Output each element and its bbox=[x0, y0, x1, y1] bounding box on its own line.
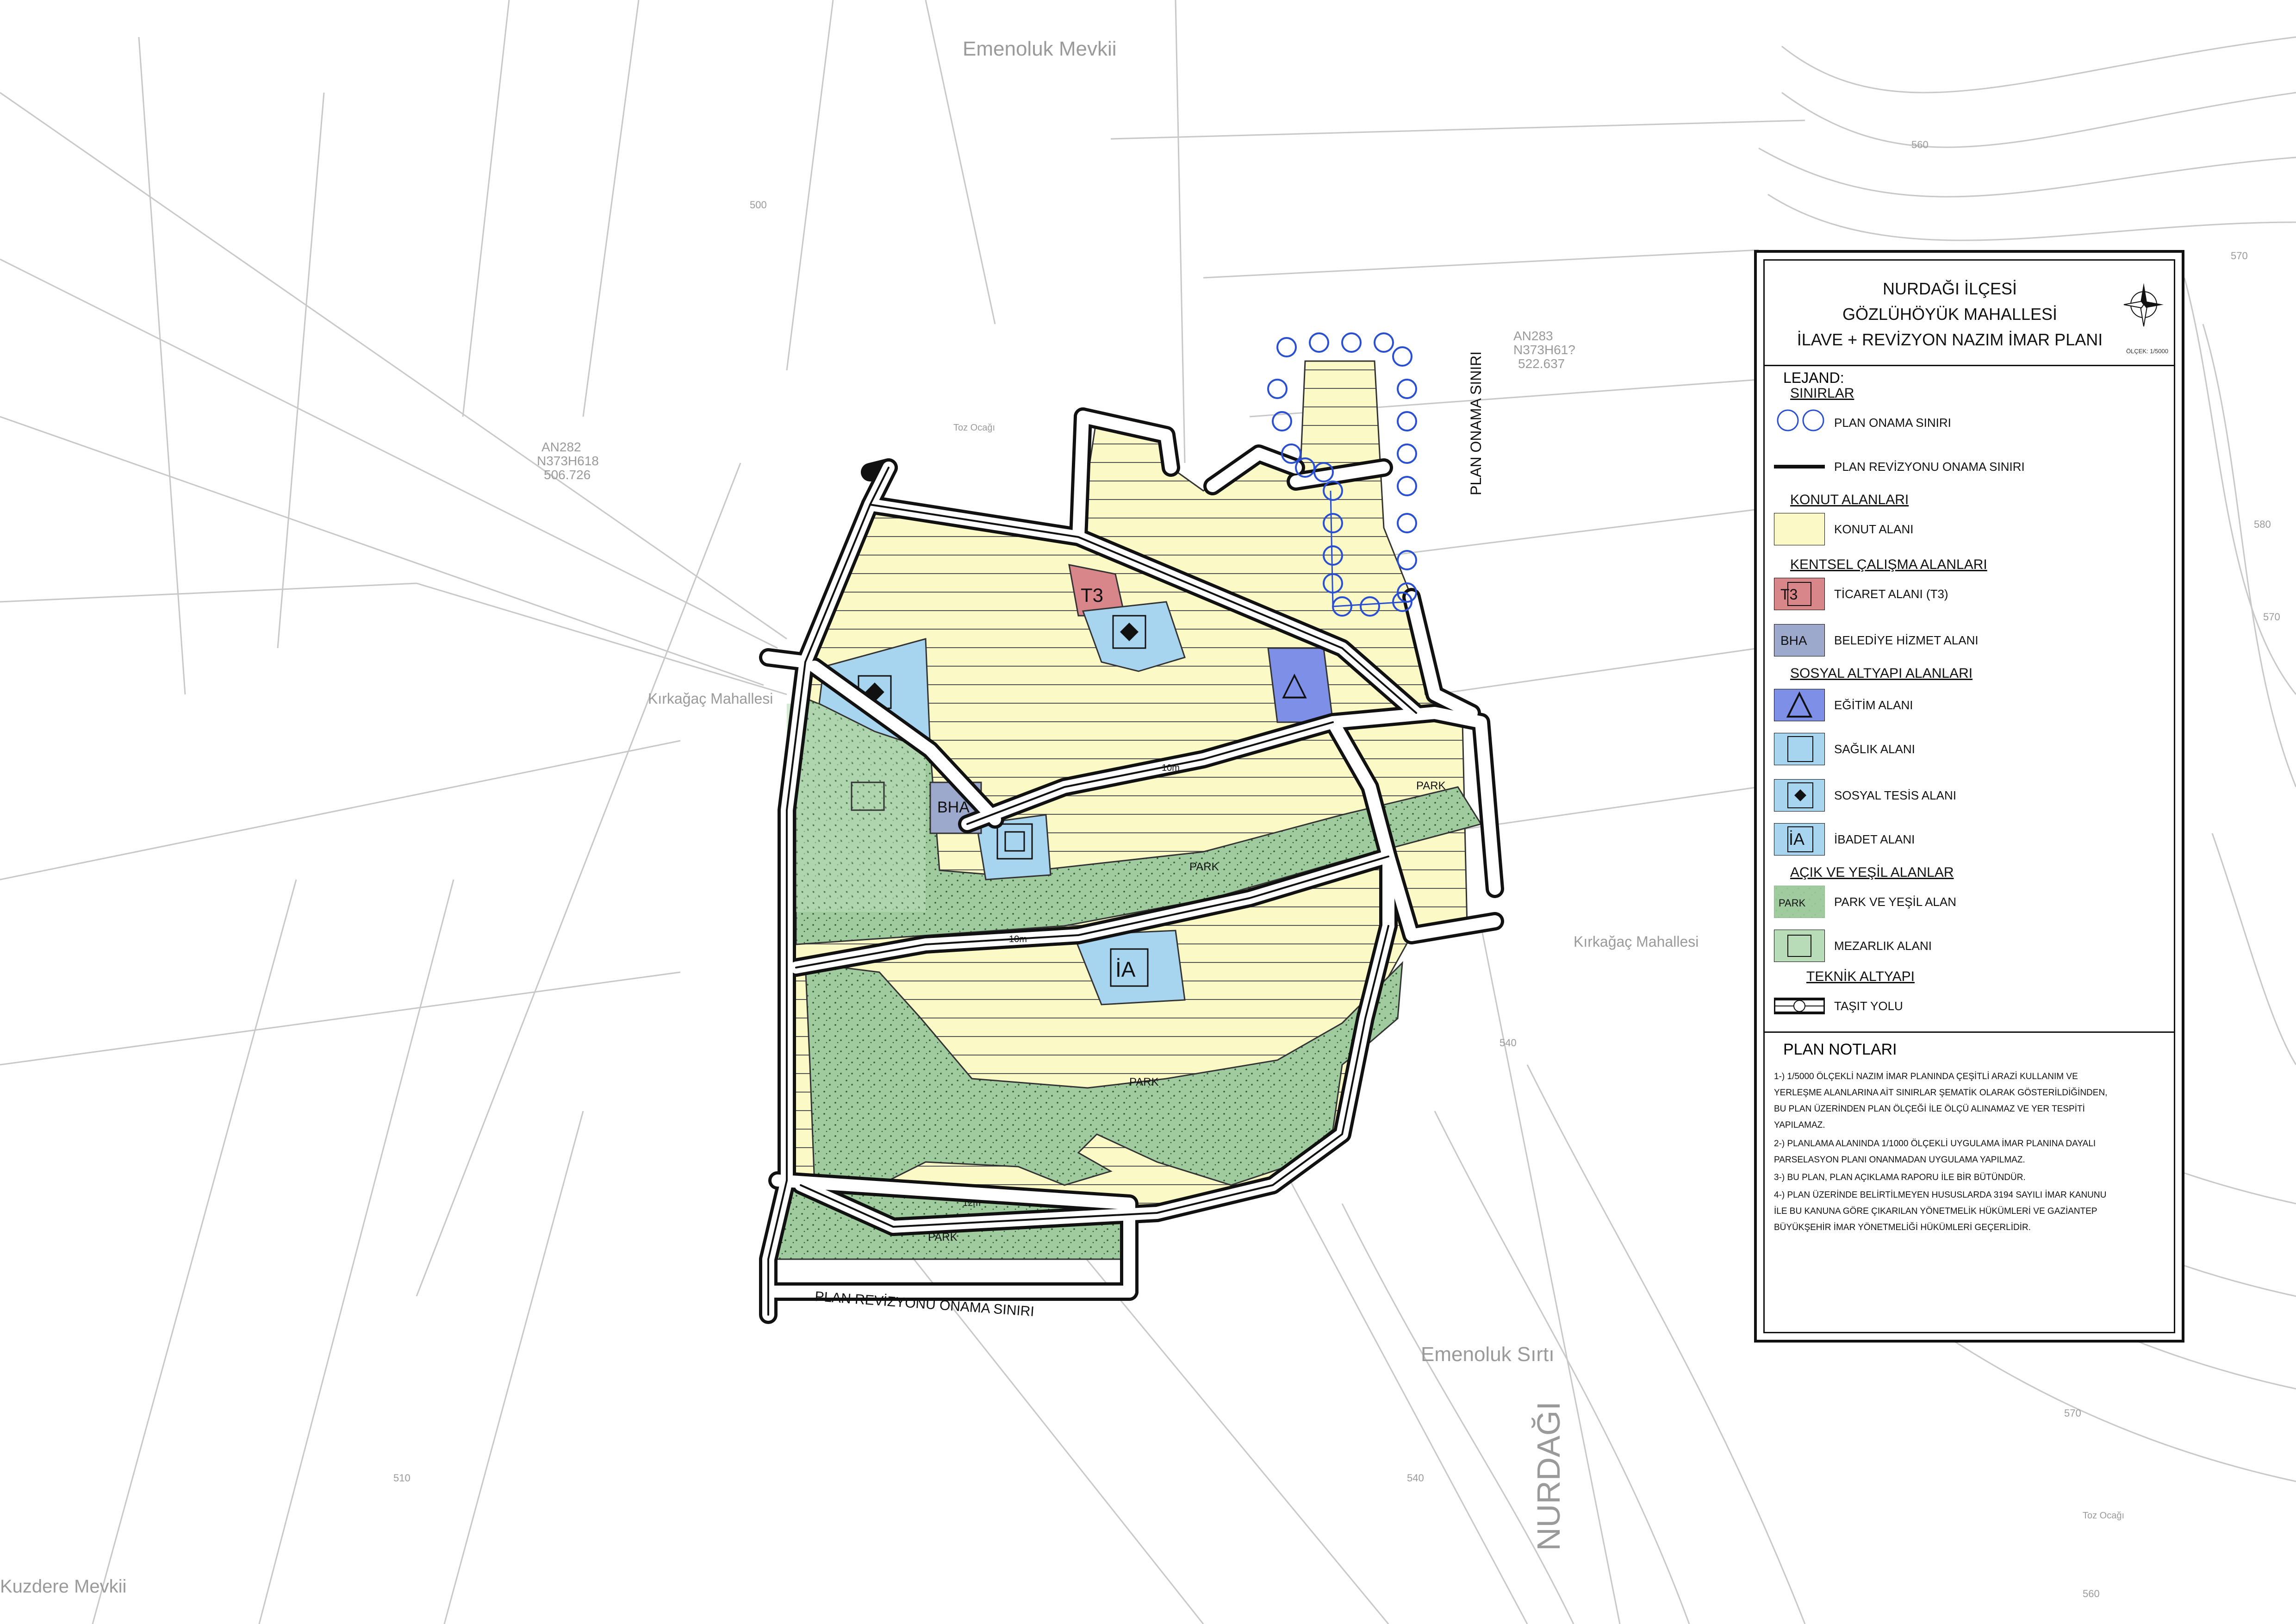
legend-panel: NURDAĞI İLÇESİ GÖZLÜHÖYÜK MAHALLESİ İLAV… bbox=[1754, 250, 2184, 1343]
legend-ticaret: T3 TİCARET ALANI (T3) bbox=[1774, 578, 2172, 615]
label: PLAN ONAMA SINIRI bbox=[1834, 416, 1951, 430]
place-name: NURDAĞI bbox=[1531, 1401, 1567, 1551]
legend-belediye: BHA BELEDİYE HİZMET ALANI bbox=[1774, 624, 2172, 661]
geodetic-id: AN282 bbox=[541, 440, 581, 454]
contour-label: 510 bbox=[393, 1472, 411, 1484]
plan-onama-label: PLAN ONAMA SINIRI bbox=[1468, 351, 1484, 495]
place-name: Emenoluk Mevkii bbox=[963, 37, 1117, 60]
tasit-yolu-icon bbox=[1774, 998, 1825, 1014]
label: EĞİTİM ALANI bbox=[1834, 698, 1913, 712]
bha-label: BHA bbox=[937, 799, 970, 816]
label: KONUT ALANI bbox=[1834, 522, 1914, 536]
toz-ocagi-label: Toz Ocağı bbox=[953, 423, 995, 433]
title-plan: İLAVE + REVİZYON NAZIM İMAR PLANI bbox=[1797, 330, 2103, 349]
contour-label: 540 bbox=[1500, 1037, 1517, 1049]
label: SOSYAL TESİS ALANI bbox=[1834, 788, 1956, 802]
title-ilce: NURDAĞI İLÇESİ bbox=[1882, 279, 2017, 298]
park-label: PARK bbox=[1416, 780, 1446, 792]
note-line: 4-) PLAN ÜZERİNDE BELİRTİLMEYEN HUSUSLAR… bbox=[1774, 1190, 2107, 1200]
toz-ocagi-label: Toz Ocağı bbox=[2083, 1511, 2124, 1521]
plan-notes: PLAN NOTLARI 1-) 1/5000 ÖLÇEKLİ NAZIM İM… bbox=[1765, 1031, 2174, 1332]
note-line: İLE BU KANUNA GÖRE ÇIKARILAN YÖNETMELİK … bbox=[1774, 1206, 2097, 1216]
legend-plan-onama: PLAN ONAMA SINIRI bbox=[1774, 406, 2172, 443]
place-name: Kuzdere Mevkii bbox=[0, 1576, 126, 1597]
note-line: PARSELASYON PLANI ONANMADAN UYGULAMA YAP… bbox=[1774, 1155, 2025, 1165]
road-label: 10m bbox=[1009, 934, 1027, 944]
label: İBADET ALANI bbox=[1834, 832, 1915, 846]
contour-label: 570 bbox=[2064, 1407, 2081, 1419]
egitim-icon bbox=[1774, 689, 1825, 721]
label: PLAN REVİZYONU ONAMA SINIRI bbox=[1834, 460, 2025, 474]
legend-mezarlik: MEZARLIK ALANI bbox=[1774, 930, 2172, 967]
section-kentsel: KENTSEL ÇALIŞMA ALANLARI bbox=[1790, 557, 1987, 572]
section-teknik: TEKNİK ALTYAPI bbox=[1806, 969, 1915, 984]
contour-label: 580 bbox=[2254, 518, 2271, 530]
konut-icon bbox=[1774, 513, 1825, 545]
section-sinirlar: SINIRLAR bbox=[1790, 386, 1854, 401]
park-label: PARK bbox=[1189, 861, 1219, 873]
mezarlik-icon bbox=[1774, 930, 1825, 962]
legend-plan-revizyon: PLAN REVİZYONU ONAMA SINIRI bbox=[1774, 450, 2172, 487]
note-line: 2-) PLANLAMA ALANINDA 1/1000 ÖLÇEKLİ UYG… bbox=[1774, 1139, 2096, 1149]
contour-label: 500 bbox=[750, 199, 767, 211]
legend-sosyal-tesis: SOSYAL TESİS ALANI bbox=[1774, 779, 2172, 816]
legend-konut: KONUT ALANI bbox=[1774, 513, 2172, 550]
geodetic-sheet: N373H618 bbox=[537, 454, 599, 468]
legend-egitim: EĞİTİM ALANI bbox=[1774, 689, 2172, 726]
title-block: NURDAĞI İLÇESİ GÖZLÜHÖYÜK MAHALLESİ İLAV… bbox=[1765, 261, 2174, 366]
place-name: Kırkağaç Mahallesi bbox=[648, 690, 773, 707]
sosyal-tesis-icon bbox=[1774, 779, 1825, 812]
place-name: Emenoluk Sırtı bbox=[1421, 1343, 1555, 1366]
ibadet-symbol: İA bbox=[1789, 830, 1805, 849]
geodetic-id: AN283 bbox=[1513, 329, 1553, 343]
ticaret-symbol: T3 bbox=[1780, 586, 1798, 603]
legend-saglik: SAĞLIK ALANI bbox=[1774, 733, 2172, 770]
plan-onama-icon bbox=[1777, 409, 1824, 431]
legend-items: LEJAND: SINIRLAR PLAN ONAMA SINIRI PLAN … bbox=[1765, 365, 2174, 1033]
note-line: 1-) 1/5000 ÖLÇEKLİ NAZIM İMAR PLANINDA Ç… bbox=[1774, 1072, 2078, 1081]
contour-label: 570 bbox=[2231, 250, 2248, 262]
section-acik: AÇIK VE YEŞİL ALANLAR bbox=[1790, 865, 1954, 880]
note-line: BU PLAN ÜZERİNDEN PLAN ÖLÇEĞİ İLE ÖLÇÜ A… bbox=[1774, 1104, 2085, 1114]
notes-heading: PLAN NOTLARI bbox=[1783, 1041, 1897, 1058]
geodetic-sheet: N373H61? bbox=[1513, 343, 1575, 357]
section-sosyal: SOSYAL ALTYAPI ALANLARI bbox=[1790, 666, 1973, 681]
legend-ibadet: İA İBADET ALANI bbox=[1774, 823, 2172, 860]
park-label: PARK bbox=[1129, 1076, 1159, 1088]
title-mahalle: GÖZLÜHÖYÜK MAHALLESİ bbox=[1842, 305, 2058, 324]
label: SAĞLIK ALANI bbox=[1834, 742, 1915, 756]
belediye-symbol: BHA bbox=[1780, 633, 1807, 648]
saglik-icon bbox=[1774, 733, 1825, 765]
north-arrow-icon bbox=[2123, 283, 2164, 327]
note-line: BÜYÜKŞEHİR İMAR YÖNETMELİĞİ HÜKÜMLERİ GE… bbox=[1774, 1223, 2031, 1232]
lejand-heading: LEJAND: bbox=[1783, 369, 1844, 386]
road-label: 12m bbox=[963, 1198, 981, 1208]
legend-park: PARK PARK VE YEŞİL ALAN bbox=[1774, 886, 2172, 923]
contour-label: 560 bbox=[2083, 1588, 2100, 1599]
plan-revizyon-icon bbox=[1774, 465, 1825, 468]
note-line: 3-) BU PLAN, PLAN AÇIKLAMA RAPORU İLE Bİ… bbox=[1774, 1173, 2026, 1182]
ia-label: İA bbox=[1115, 957, 1136, 981]
place-name: Kırkağaç Mahallesi bbox=[1574, 933, 1699, 950]
road-label: 10m bbox=[1162, 763, 1180, 773]
section-konut: KONUT ALANLARI bbox=[1790, 492, 1909, 507]
label: TAŞIT YOLU bbox=[1834, 999, 1903, 1013]
label: PARK VE YEŞİL ALAN bbox=[1834, 895, 1956, 909]
contour-label: 560 bbox=[1911, 139, 1929, 150]
contour-label: 540 bbox=[1407, 1472, 1424, 1484]
geodetic-value: 506.726 bbox=[544, 468, 591, 482]
park-symbol: PARK bbox=[1779, 897, 1806, 909]
label: TİCARET ALANI (T3) bbox=[1834, 587, 1948, 601]
label: BELEDİYE HİZMET ALANI bbox=[1834, 633, 1979, 647]
egitim-symbol: △ bbox=[1282, 665, 1307, 701]
t3-label: T3 bbox=[1081, 584, 1103, 606]
geodetic-value: 522.637 bbox=[1518, 356, 1565, 371]
scale-text: ÖLÇEK: 1/5000 bbox=[2126, 348, 2168, 355]
legend-tasit-yolu: TAŞIT YOLU bbox=[1774, 990, 2172, 1027]
label: MEZARLIK ALANI bbox=[1834, 939, 1932, 953]
contour-label: 570 bbox=[2263, 611, 2280, 623]
note-line: YERLEŞME ALANLARINA AİT SINIRLAR ŞEMATİK… bbox=[1774, 1088, 2108, 1098]
note-line: YAPILAMAZ. bbox=[1774, 1120, 1825, 1130]
